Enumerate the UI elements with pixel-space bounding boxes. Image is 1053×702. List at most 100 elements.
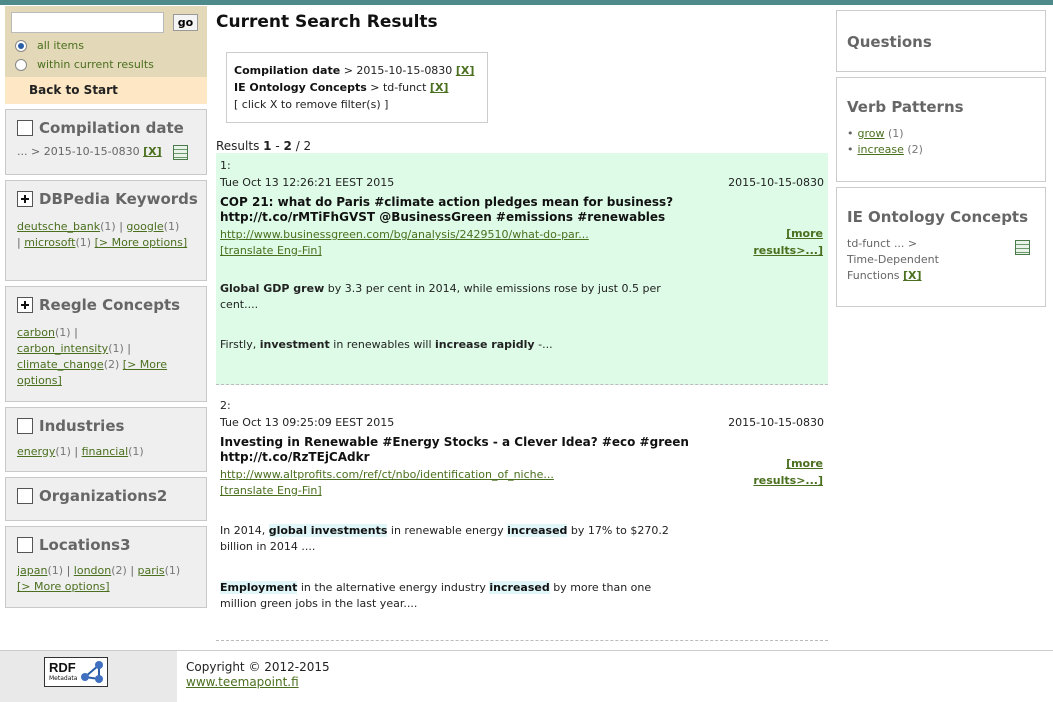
facet-industries: Industries energy(1) | financial(1) xyxy=(5,407,207,472)
rdf-export-icon[interactable] xyxy=(1015,240,1030,255)
result-number: 1: xyxy=(220,159,231,172)
go-button[interactable]: go xyxy=(173,14,198,31)
scope-within-option[interactable]: within current results xyxy=(15,58,154,71)
facet-item-link[interactable]: climate_change xyxy=(17,358,104,371)
scope-all-option[interactable]: all items xyxy=(15,39,84,52)
filter-label: Compilation date xyxy=(234,64,341,77)
page-title: Current Search Results xyxy=(216,12,438,32)
scope-all-radio[interactable] xyxy=(15,39,27,52)
translate-link[interactable]: [translate Eng-Fin] xyxy=(220,483,824,499)
expand-plus-icon[interactable] xyxy=(17,191,33,207)
rdf-logo-text: RDF xyxy=(49,660,76,675)
facet-checkbox[interactable] xyxy=(17,488,33,504)
more-options-link[interactable]: [> More options] xyxy=(95,236,188,249)
facet-item-count: (1) xyxy=(163,220,180,233)
scope-within-radio[interactable] xyxy=(15,58,27,71)
more-results-link[interactable]: [more results>...] xyxy=(753,455,823,489)
facet-item-count: (1) xyxy=(75,236,92,249)
facet-item-link[interactable]: carbon_intensity xyxy=(17,342,108,355)
back-to-start-link[interactable]: Back to Start xyxy=(5,77,207,104)
facet-item-link[interactable]: deutsche_bank xyxy=(17,220,100,233)
active-filters-box: Compilation date > 2015-10-15-0830 [X] I… xyxy=(226,52,488,123)
expand-plus-icon[interactable] xyxy=(17,297,33,313)
facet-item-link[interactable]: london xyxy=(74,564,111,577)
result-url-link[interactable]: http://www.altprofits.com/ref/ct/nbo/ide… xyxy=(220,467,824,483)
facet-checkbox[interactable] xyxy=(17,120,33,136)
scope-all-label: all items xyxy=(37,39,84,52)
facet-locations: Locations3 japan(1) | london(2) | paris(… xyxy=(5,526,207,608)
left-sidebar: go all items within current results Back… xyxy=(5,6,207,608)
verb-link[interactable]: increase xyxy=(858,143,904,156)
result-title: COP 21: what do Paris #climate action pl… xyxy=(220,195,674,224)
footer: RDF Metadata Copyright © 2012-2015 www.t… xyxy=(0,650,1053,702)
result-id: 2015-10-15-0830 xyxy=(728,416,824,429)
results-count: Results 1 - 2 / 2 xyxy=(216,139,312,153)
results-total: / 2 xyxy=(295,139,312,153)
ie-value: Time-Dependent Functions xyxy=(847,253,939,282)
results-to: 2 xyxy=(283,139,292,153)
translate-link[interactable]: [translate Eng-Fin] xyxy=(220,243,824,259)
footer-logo-area: RDF Metadata xyxy=(0,651,177,702)
search-input[interactable] xyxy=(11,12,164,33)
site-link[interactable]: www.teemapoint.fi xyxy=(186,675,299,689)
facet-organizations: Organizations2 xyxy=(5,477,207,521)
facet-title: DBPedia Keywords xyxy=(39,190,198,208)
facet-item-count: (1) xyxy=(108,342,124,355)
top-accent-bar xyxy=(0,0,1053,5)
verb-item: grow (1) xyxy=(847,126,1035,142)
result-title: Investing in Renewable #Energy Stocks - … xyxy=(220,435,689,464)
remove-filter-link[interactable]: [X] xyxy=(143,145,162,158)
questions-title: Questions xyxy=(847,33,932,51)
more-results-link[interactable]: [more results>...] xyxy=(753,225,823,259)
facet-item-link[interactable]: carbon xyxy=(17,326,55,339)
result-date: Tue Oct 13 12:26:21 EEST 2015 xyxy=(220,176,395,189)
facet-item-link[interactable]: japan xyxy=(17,564,48,577)
remove-filter-link[interactable]: [X] xyxy=(903,269,922,282)
verb-item: increase (2) xyxy=(847,142,1035,158)
facet-title: Industries xyxy=(39,417,125,435)
facet-item-link[interactable]: paris xyxy=(138,564,165,577)
verb-patterns-title: Verb Patterns xyxy=(847,98,964,116)
facet-item-link[interactable]: energy xyxy=(17,445,55,458)
facet-checkbox[interactable] xyxy=(17,537,33,553)
result-snippet: In 2014, global investments in renewable… xyxy=(220,524,669,553)
scope-within-label: within current results xyxy=(37,58,154,71)
facet-checkbox[interactable] xyxy=(17,418,33,434)
ie-ontology-panel: IE Ontology Concepts td-funct ... > Time… xyxy=(836,187,1046,307)
facet-item-count: (1) xyxy=(47,564,64,577)
facet-reegle-concepts: Reegle Concepts carbon(1) | carbon_inten… xyxy=(5,286,207,402)
verb-count: (1) xyxy=(888,127,904,140)
facet-item-count: (1) xyxy=(55,326,71,339)
verb-link[interactable]: grow xyxy=(858,127,885,140)
results-label: Results xyxy=(216,139,260,153)
result-id: 2015-10-15-0830 xyxy=(728,176,824,189)
more-options-link[interactable]: [> More options] xyxy=(17,580,110,593)
result-item: 1: Tue Oct 13 12:26:21 EEST 2015 2015-10… xyxy=(216,153,828,385)
facet-item-count: (2) xyxy=(111,564,127,577)
facet-compilation-date: Compilation date ... > 2015-10-15-0830 [… xyxy=(5,109,207,175)
facet-title: Organizations2 xyxy=(39,487,168,505)
result-snippet: Global GDP grew by 3.3 per cent in 2014,… xyxy=(220,282,661,311)
result-snippet: Employment in the alternative energy ind… xyxy=(220,581,652,610)
result-snippet: Firstly, investment in renewables will i… xyxy=(220,338,553,351)
facet-title: Compilation date xyxy=(39,119,184,137)
results-from: 1 xyxy=(263,139,272,153)
copyright: Copyright © 2012-2015 www.teemapoint.fi xyxy=(186,660,330,690)
remove-filter-link[interactable]: [X] xyxy=(430,81,449,94)
facet-title: Locations3 xyxy=(39,536,131,554)
facet-item-count: (1) xyxy=(100,220,116,233)
questions-panel: Questions xyxy=(836,10,1046,72)
rdf-export-icon[interactable] xyxy=(173,144,189,160)
filter-value: > td-funct xyxy=(370,81,427,94)
facet-item-link[interactable]: financial xyxy=(82,445,129,458)
rdf-metadata-logo[interactable]: RDF Metadata xyxy=(44,657,108,687)
search-panel: go all items within current results xyxy=(5,6,207,77)
facet-item-link[interactable]: microsoft xyxy=(24,236,75,249)
rdf-graph-icon xyxy=(81,661,103,683)
verb-count: (2) xyxy=(907,143,923,156)
result-url-link[interactable]: http://www.businessgreen.com/bg/analysis… xyxy=(220,227,824,243)
facet-item-link[interactable]: google xyxy=(126,220,163,233)
result-date: Tue Oct 13 09:25:09 EEST 2015 xyxy=(220,416,395,429)
facet-item-count: (2) xyxy=(103,358,120,371)
remove-filter-link[interactable]: [X] xyxy=(456,64,475,77)
